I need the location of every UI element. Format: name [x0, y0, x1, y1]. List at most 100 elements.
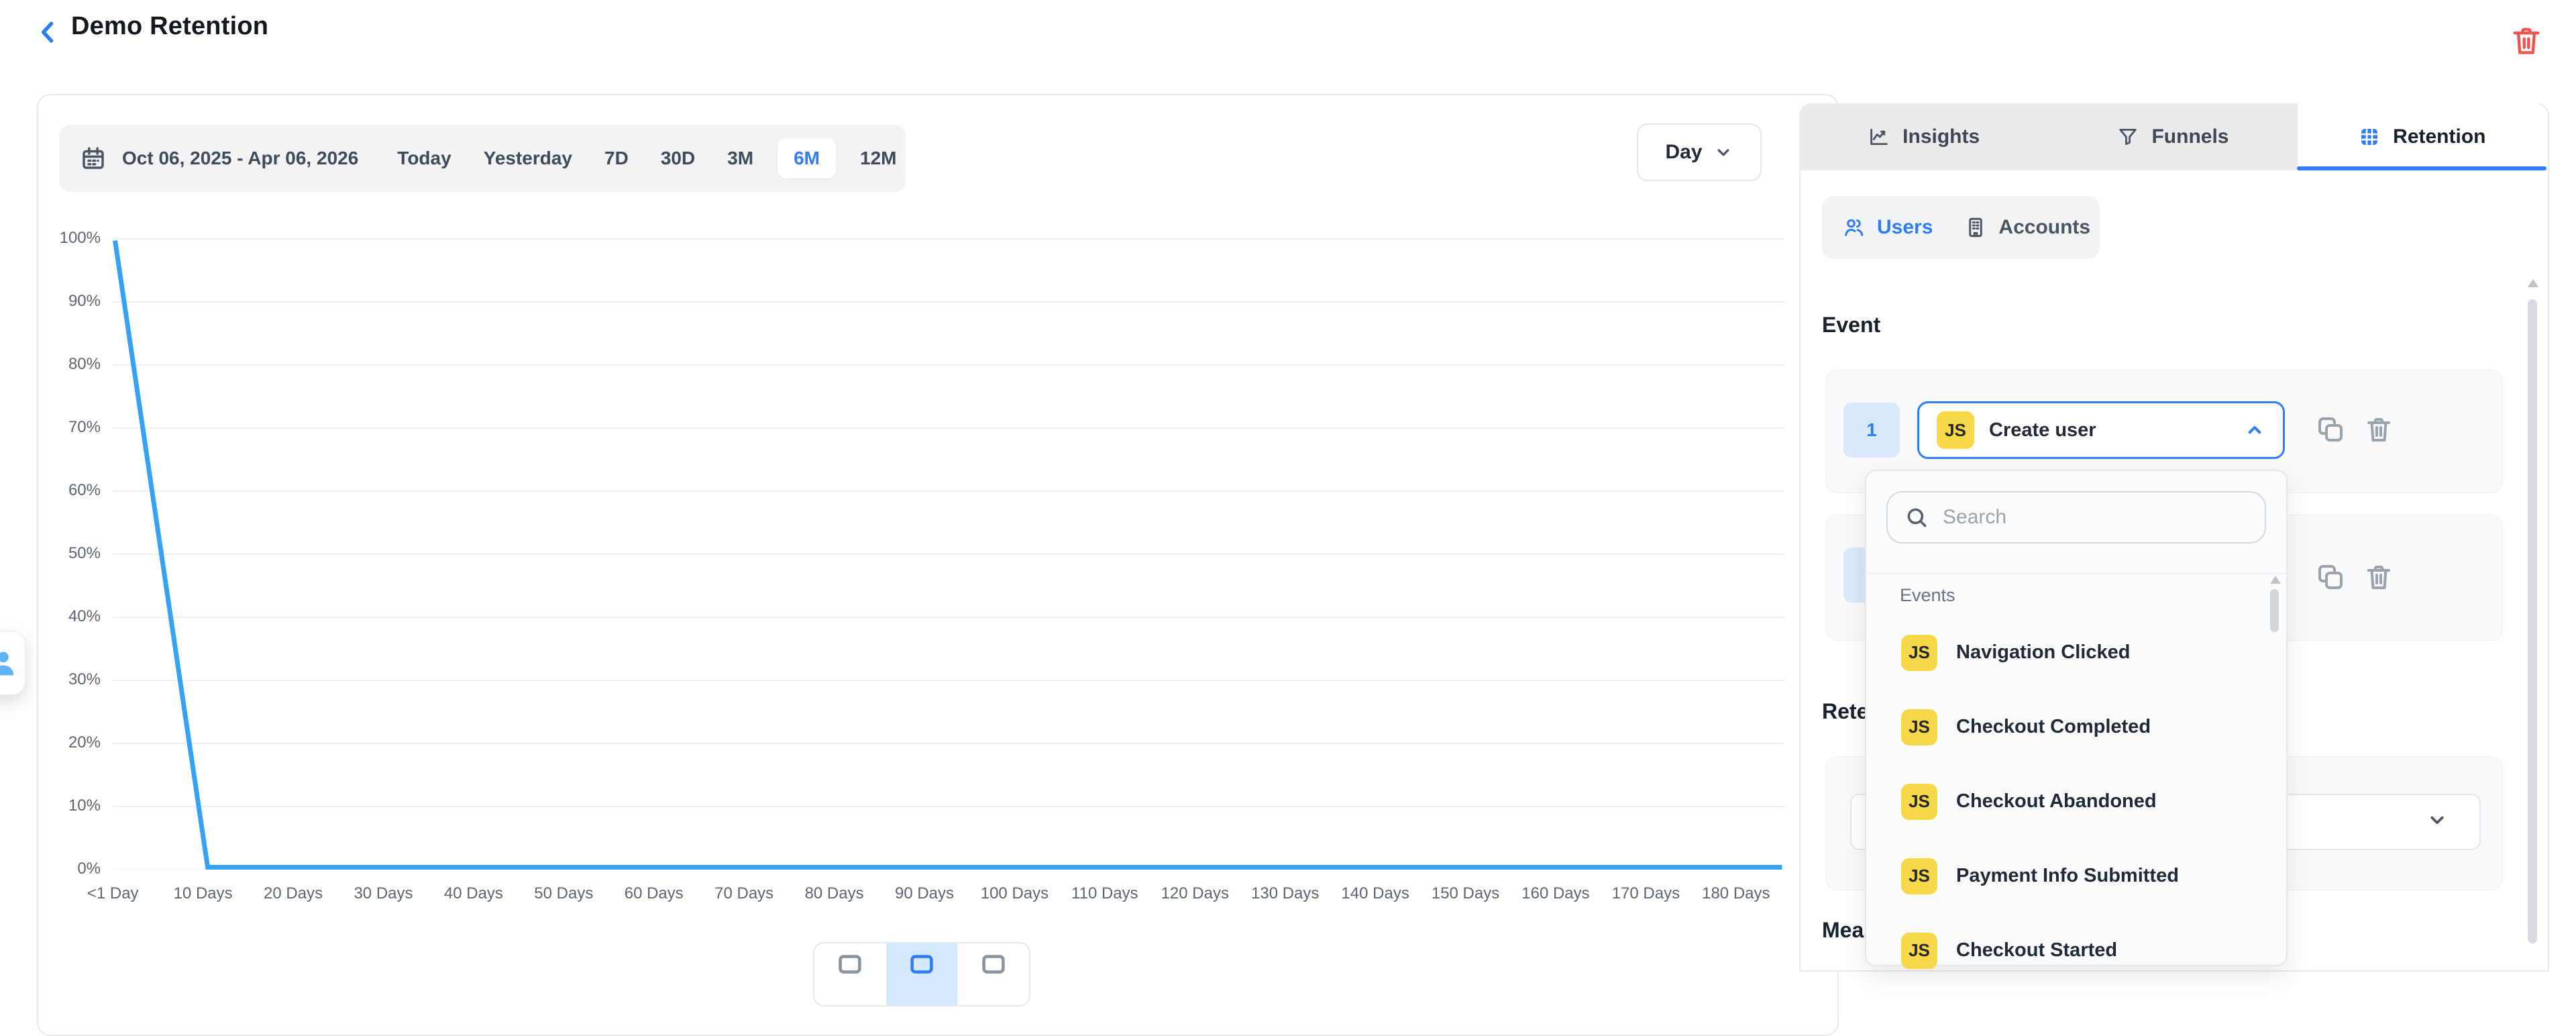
event-section-heading: Event — [1822, 313, 1880, 338]
selected-event-label: Create user — [1989, 419, 2229, 442]
y-tick-label: 40% — [27, 585, 101, 648]
table-type-icon — [978, 950, 1009, 981]
x-tick-label: 50 Days — [519, 884, 608, 903]
chevron-down-icon — [2426, 809, 2449, 831]
event-option[interactable]: JS Payment Info Submitted — [1866, 839, 2286, 913]
date-preset-button[interactable]: 12M — [852, 138, 904, 178]
x-tick-label: 140 Days — [1330, 884, 1420, 903]
x-tick-label: 20 Days — [248, 884, 338, 903]
x-tick-label: 40 Days — [429, 884, 519, 903]
date-preset-button[interactable]: 6M — [777, 138, 836, 178]
users-icon — [1842, 215, 1866, 240]
x-tick-label: 90 Days — [879, 884, 969, 903]
x-tick-label: 80 Days — [789, 884, 879, 903]
trash-icon — [2509, 21, 2544, 59]
floating-helper-button[interactable] — [0, 631, 25, 695]
table-type-button[interactable] — [957, 943, 1029, 1005]
toggle-accounts[interactable]: Accounts — [1964, 215, 2090, 240]
x-tick-label: 70 Days — [699, 884, 789, 903]
page-title: Demo Retention — [71, 12, 268, 41]
interval-dropdown[interactable]: Day — [1637, 123, 1762, 181]
chart-type-line-button[interactable] — [814, 943, 886, 1005]
toggle-users[interactable]: Users — [1842, 215, 1933, 240]
event-option[interactable]: JS Checkout Completed — [1866, 690, 2286, 764]
date-range-value[interactable]: Oct 06, 2025 - Apr 06, 2026 — [122, 148, 358, 169]
divider — [1866, 573, 2286, 574]
remove-event-button[interactable] — [2363, 413, 2395, 446]
event-option[interactable]: JS Navigation Clicked — [1866, 615, 2286, 690]
panel-tabs: Insights Funnels Retention — [1799, 103, 2546, 170]
back-button[interactable] — [34, 16, 63, 48]
scroll-up-arrow[interactable] — [2270, 576, 2281, 584]
y-tick-label: 10% — [27, 774, 101, 837]
js-source-badge: JS — [1901, 858, 1937, 894]
tab-retention[interactable]: Retention — [2298, 103, 2546, 170]
x-tick-label: <1 Day — [68, 884, 158, 903]
date-preset-button[interactable]: 3M — [719, 138, 761, 178]
y-tick-label: 90% — [27, 270, 101, 333]
bar-chart-type-icon — [906, 950, 937, 981]
x-tick-label: 120 Days — [1150, 884, 1240, 903]
event-search-box — [1886, 491, 2266, 543]
delete-report-button[interactable] — [2509, 20, 2546, 60]
date-filter-bar: Oct 06, 2025 - Apr 06, 2026 Today Yester… — [59, 125, 906, 192]
js-source-badge: JS — [1901, 635, 1937, 671]
trash-icon — [2363, 561, 2395, 593]
search-icon — [1904, 505, 1929, 530]
x-tick-label: 10 Days — [158, 884, 248, 903]
calendar-icon — [79, 143, 107, 174]
remove-event-button[interactable] — [2363, 561, 2395, 593]
js-source-badge: JS — [1901, 784, 1937, 820]
event-search-input[interactable] — [1941, 505, 2249, 529]
x-axis-labels: <1 Day10 Days20 Days30 Days40 Days50 Day… — [68, 884, 1781, 903]
line-chart-icon — [1868, 125, 1890, 148]
retention-chart-plot[interactable] — [113, 238, 1784, 870]
date-presets: Today Yesterday 7D 30D 3M 6M 12M — [389, 138, 904, 178]
event-select-combobox[interactable]: JS Create user — [1917, 401, 2285, 459]
duplicate-event-button[interactable] — [2314, 561, 2347, 593]
x-tick-label: 160 Days — [1511, 884, 1601, 903]
x-tick-label: 110 Days — [1060, 884, 1150, 903]
tab-insights[interactable]: Insights — [1799, 103, 2048, 170]
person-icon — [0, 644, 21, 682]
grid-icon — [2358, 125, 2381, 148]
tab-funnels[interactable]: Funnels — [2048, 103, 2297, 170]
chevron-left-icon — [34, 16, 63, 48]
event-options-list: JS Navigation Clicked JS Checkout Comple… — [1866, 615, 2286, 988]
js-source-badge: JS — [1901, 709, 1937, 745]
copy-icon — [2314, 561, 2347, 593]
event-option[interactable]: JS Checkout Abandoned — [1866, 764, 2286, 839]
y-tick-label: 100% — [27, 207, 101, 270]
x-tick-label: 150 Days — [1420, 884, 1510, 903]
event-index-badge: 1 — [1843, 403, 1900, 458]
x-tick-label: 180 Days — [1691, 884, 1781, 903]
x-tick-label: 60 Days — [609, 884, 699, 903]
y-tick-label: 50% — [27, 522, 101, 585]
y-tick-label: 20% — [27, 711, 101, 774]
chevron-up-icon — [2244, 419, 2265, 441]
y-axis-labels: 100%90%80%70%60%50%40%30%20%10%0% — [27, 207, 101, 900]
js-source-badge: JS — [1901, 933, 1937, 969]
line-chart-type-icon — [835, 950, 865, 981]
events-group-label: Events — [1900, 585, 1955, 606]
duplicate-event-button[interactable] — [2314, 413, 2347, 446]
event-option[interactable]: JS Checkout Started — [1866, 913, 2286, 988]
date-preset-button[interactable]: Today — [389, 138, 459, 178]
trash-icon — [2363, 413, 2395, 446]
scrollbar-thumb[interactable] — [2528, 299, 2537, 943]
chart-type-switch — [813, 942, 1030, 1006]
x-tick-label: 170 Days — [1601, 884, 1690, 903]
y-tick-label: 80% — [27, 333, 101, 396]
date-preset-button[interactable]: 30D — [653, 138, 703, 178]
date-preset-button[interactable]: Yesterday — [476, 138, 580, 178]
building-icon — [1964, 215, 1988, 240]
y-tick-label: 60% — [27, 459, 101, 522]
js-source-badge: JS — [1937, 411, 1974, 449]
scroll-up-arrow[interactable] — [2528, 279, 2538, 287]
panel-scrollbar[interactable] — [2528, 279, 2538, 958]
date-preset-button[interactable]: 7D — [596, 138, 637, 178]
event-dropdown-popover: Events JS Navigation Clicked JS Checkout… — [1865, 470, 2288, 966]
copy-icon — [2314, 413, 2347, 446]
chart-type-bar-button[interactable] — [886, 943, 958, 1005]
x-tick-label: 130 Days — [1240, 884, 1330, 903]
